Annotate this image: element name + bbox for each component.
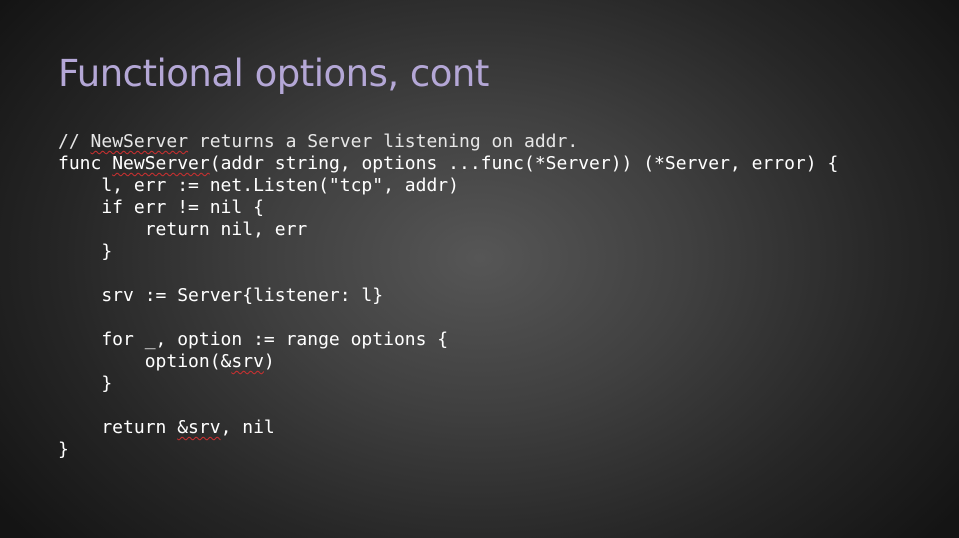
code-token: func: [58, 153, 113, 174]
code-line: if err != nil {: [58, 197, 838, 219]
code-line: func NewServer(addr string, options ...f…: [58, 153, 838, 175]
code-token: }: [58, 439, 69, 460]
spellcheck-flagged-token: NewServer: [112, 153, 210, 174]
code-line: for _, option := range options {: [58, 329, 838, 351]
code-token: ): [263, 351, 275, 372]
code-line: srv := Server{listener: l}: [58, 285, 838, 307]
code-token: srv := Server{listener: l}: [58, 285, 384, 306]
code-line: l, err := net.Listen("tcp", addr): [58, 175, 838, 197]
code-block: // NewServer returns a Server listening …: [58, 131, 838, 461]
code-token: return: [58, 417, 178, 438]
spellcheck-flagged-token: srv: [231, 351, 264, 372]
spellcheck-flagged-token: &srv: [177, 417, 221, 438]
code-line: return nil, err: [58, 219, 838, 241]
code-token: }: [58, 241, 113, 262]
code-line: option(&srv): [58, 351, 838, 373]
spellcheck-flagged-token: NewServer: [90, 131, 189, 152]
code-token: return nil, err: [58, 219, 308, 240]
code-token: //: [58, 131, 91, 152]
code-token: for _, option := range options {: [58, 329, 449, 350]
code-line: }: [58, 373, 838, 395]
code-token: returns a Server listening on addr.: [188, 131, 579, 152]
slide-title: Functional options, cont: [58, 52, 489, 95]
code-token: if err != nil {: [58, 197, 264, 218]
presentation-slide: Functional options, cont // NewServer re…: [0, 0, 959, 538]
code-token: option(&: [58, 351, 232, 372]
code-token: (addr string, options ...func(*Server)) …: [209, 153, 839, 174]
code-token: l, err := net.Listen("tcp", addr): [58, 175, 459, 196]
code-token: }: [58, 373, 113, 394]
code-token: , nil: [220, 417, 275, 438]
code-line: return &srv, nil: [58, 417, 838, 439]
code-comment-line: // NewServer returns a Server listening …: [58, 131, 838, 153]
code-line: }: [58, 241, 838, 263]
code-line: }: [58, 439, 838, 461]
